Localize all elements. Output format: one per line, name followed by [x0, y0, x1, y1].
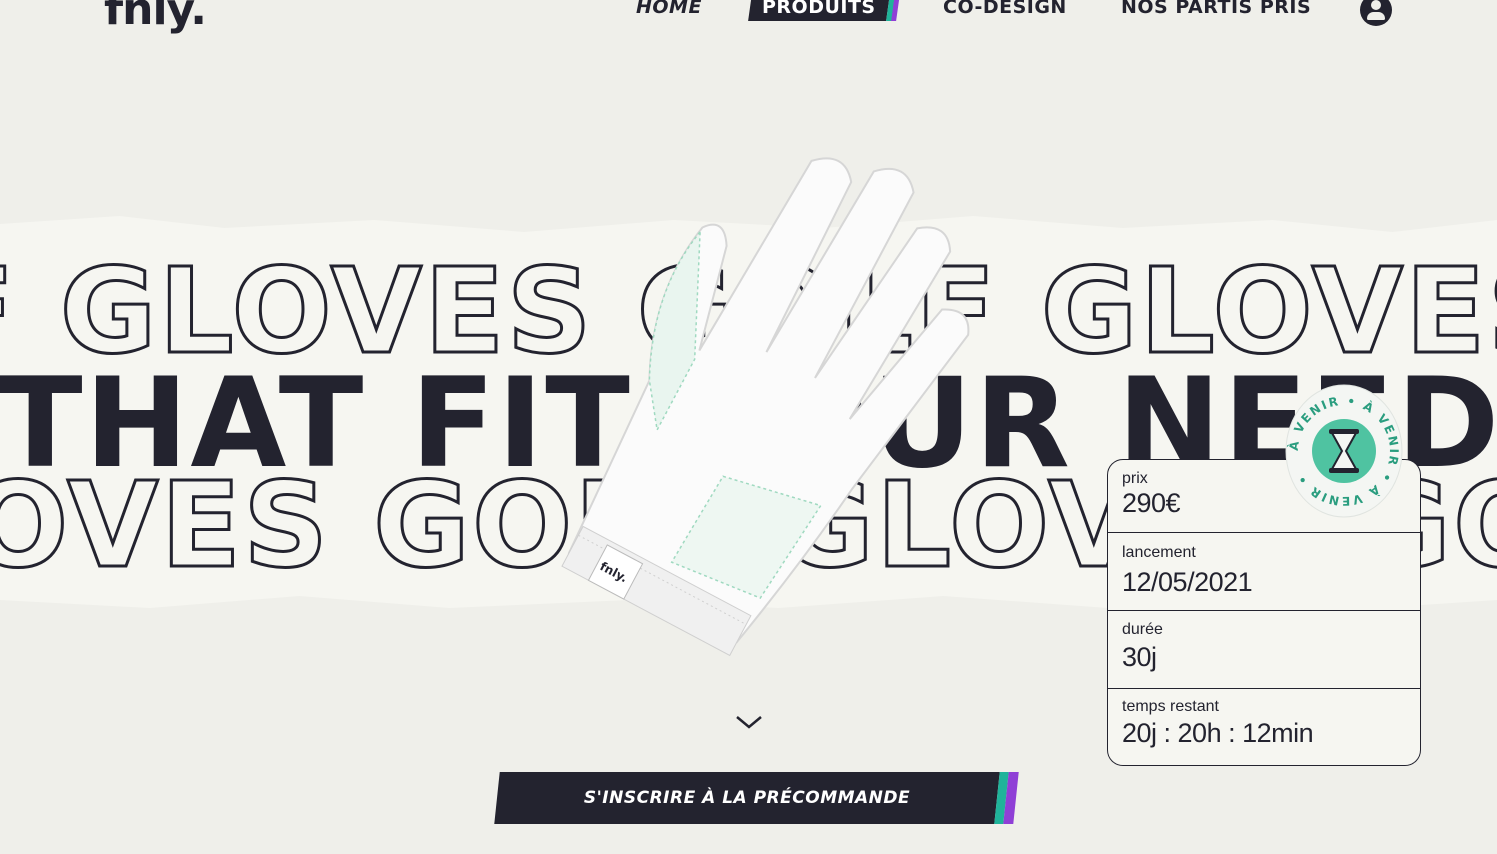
launch-row: lancement 12/05/2021 [1108, 532, 1420, 611]
nav-produits[interactable]: PRODUITS [748, 0, 900, 21]
account-icon-head [1371, 0, 1381, 10]
preorder-signup-label: S'INSCRIRE À LA PRÉCOMMANDE [583, 788, 911, 808]
main-nav: HOME PRODUITS CO-DESIGN NOS PARTIS PRIS [0, 0, 1497, 26]
price-value: 290€ [1122, 488, 1181, 518]
coming-soon-sticker: À VENIR • À VENIR • À VENIR • [1285, 384, 1403, 518]
nav-co-design[interactable]: CO-DESIGN [943, 0, 1067, 18]
duration-row: durée 30j [1108, 610, 1420, 689]
accent-stripes [885, 0, 900, 21]
duration-label: durée [1122, 621, 1163, 638]
account-icon[interactable] [1360, 0, 1392, 26]
launch-value: 12/05/2021 [1122, 567, 1253, 597]
launch-label: lancement [1122, 544, 1196, 561]
price-label: prix [1122, 470, 1148, 487]
duration-value: 30j [1122, 642, 1157, 672]
account-icon-body [1367, 12, 1385, 20]
nav-home[interactable]: HOME [636, 0, 702, 18]
nav-partis-pris[interactable]: NOS PARTIS PRIS [1121, 0, 1311, 18]
remaining-value: 20j : 20h : 12min [1122, 718, 1314, 748]
nav-produits-label: PRODUITS [762, 0, 876, 18]
chevron-down-icon[interactable] [734, 710, 764, 732]
remaining-label: temps restant [1122, 698, 1219, 715]
remaining-row: temps restant 20j : 20h : 12min [1108, 688, 1420, 765]
preorder-signup-button[interactable]: S'INSCRIRE À LA PRÉCOMMANDE [494, 772, 1019, 824]
glove-product-image: fnly. [561, 157, 970, 657]
